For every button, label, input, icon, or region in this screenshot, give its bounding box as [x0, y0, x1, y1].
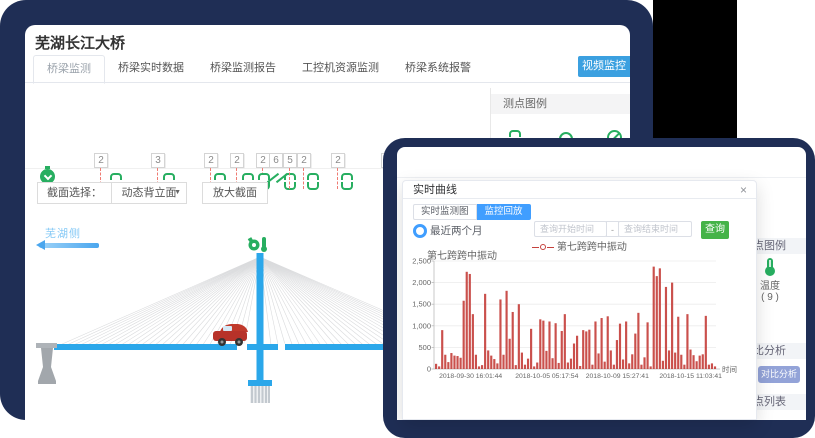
- sensor-count-badge: 3: [151, 153, 165, 168]
- sensor-count-badge: 6: [269, 153, 283, 168]
- close-icon[interactable]: ×: [740, 181, 747, 199]
- svg-text:2018-10-09 15:27:41: 2018-10-09 15:27:41: [586, 373, 649, 380]
- recent-range-label: 最近两个月: [430, 223, 483, 238]
- svg-text:500: 500: [418, 343, 431, 352]
- bridge-tower: [257, 253, 264, 385]
- tower-sensor-icon[interactable]: [248, 237, 267, 252]
- dialog-tabs: 实时监测图监控回放: [413, 204, 531, 218]
- chevron-down-icon: ▼: [174, 183, 181, 203]
- tab-桥梁实时数据[interactable]: 桥梁实时数据: [105, 55, 197, 82]
- query-row: 最近两个月 - 查询: [403, 221, 756, 239]
- query-button[interactable]: 查询: [701, 221, 729, 239]
- sensor-count-badge: 5: [283, 153, 297, 168]
- svg-text:1,000: 1,000: [412, 321, 431, 330]
- section-controls: 截面选择： 动态背立面 ▼ 放大截面: [37, 182, 268, 204]
- link-sensor-icon[interactable]: [307, 173, 319, 190]
- sensor-count-badge: 2: [331, 153, 345, 168]
- tower-foundation: [248, 380, 272, 403]
- page-title: 芜湖长江大桥: [35, 32, 125, 53]
- vibration-chart: 0 500 1,000 1,500 2,000 2,500 2018-09-30 16:01…: [409, 255, 749, 385]
- tab-工控机资源监测[interactable]: 工控机资源监测: [289, 55, 392, 82]
- recent-range-radio[interactable]: [413, 224, 427, 238]
- svg-text:2,500: 2,500: [412, 257, 431, 266]
- dialog-title: 实时曲线: [403, 181, 756, 199]
- main-tabbar: 桥梁监测桥梁实时数据桥梁监测报告工控机资源监测桥梁系统报警: [25, 55, 630, 83]
- legend-marker-icon: [532, 247, 539, 248]
- svg-text:2018-09-30 16:01:44: 2018-09-30 16:01:44: [439, 373, 502, 380]
- sensor-count-badge: 2: [204, 153, 218, 168]
- point-legend-title: 测点图例: [491, 94, 630, 114]
- compare-button[interactable]: 对比分析: [758, 366, 800, 383]
- section-select-dropdown[interactable]: 动态背立面 ▼: [111, 182, 187, 204]
- end-time-input[interactable]: [618, 221, 692, 237]
- section-select-label: 截面选择：: [37, 182, 112, 204]
- sensor-count-badge: 2: [297, 153, 311, 168]
- realtime-curve-dialog: 实时曲线 × 实时监测图监控回放 最近两个月 - 查询 第七跨跨中振动 第七跨跨…: [402, 180, 757, 420]
- thermometer-icon: [767, 258, 773, 271]
- section-select-value: 动态背立面: [122, 187, 177, 199]
- svg-text:2018-10-05 05:17:54: 2018-10-05 05:17:54: [515, 373, 578, 380]
- legend-label: 第七跨跨中振动: [557, 242, 627, 253]
- screen: { "main_window": { "title": "芜湖长江大桥", "t…: [0, 0, 815, 420]
- start-time-input[interactable]: [534, 221, 607, 237]
- svg-text:2,000: 2,000: [412, 278, 431, 287]
- zoom-section-button[interactable]: 放大截面: [202, 182, 268, 204]
- dashed-line: [303, 168, 304, 189]
- dashed-line: [337, 168, 338, 189]
- dashed-line: [289, 168, 290, 189]
- tab-桥梁监测报告[interactable]: 桥梁监测报告: [197, 55, 289, 82]
- deck-joint: [278, 344, 285, 351]
- dialog-tab-实时监测图[interactable]: 实时监测图: [413, 204, 477, 220]
- svg-text:0: 0: [427, 365, 431, 374]
- left-pier: [36, 343, 57, 384]
- legend-marker-icon: [547, 247, 554, 248]
- sensor-count-badge: 2: [256, 153, 270, 168]
- black-region: [653, 0, 737, 138]
- svg-text:2018-10-15 11:03:41: 2018-10-15 11:03:41: [659, 373, 722, 380]
- tab-桥梁监测[interactable]: 桥梁监测: [33, 55, 105, 84]
- sensor-count-badge: 2: [230, 153, 244, 168]
- sensor-count-badge: 2: [94, 153, 108, 168]
- dialog-tab-监控回放[interactable]: 监控回放: [477, 204, 531, 220]
- legend-circle-icon: [540, 244, 546, 250]
- link-sensor-icon[interactable]: [341, 173, 353, 190]
- video-monitor-button[interactable]: 视频监控: [578, 56, 630, 77]
- tab-桥梁系统报警[interactable]: 桥梁系统报警: [392, 55, 484, 82]
- svg-text:时间: 时间: [722, 364, 737, 374]
- divider: [397, 177, 806, 178]
- svg-text:1,500: 1,500: [412, 300, 431, 309]
